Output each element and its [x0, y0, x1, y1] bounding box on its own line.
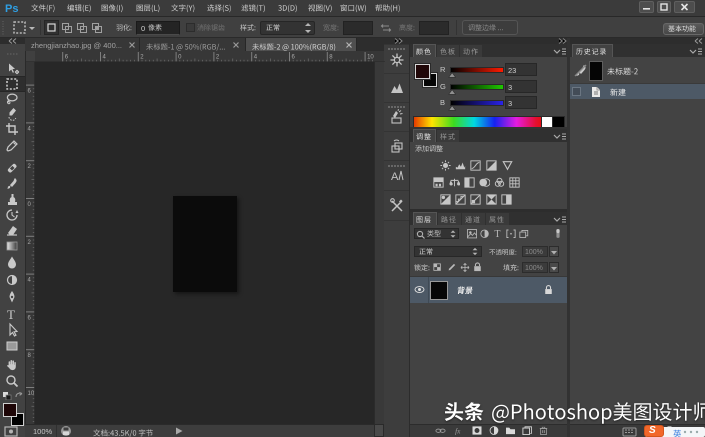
svg-text:10: 10 — [367, 55, 374, 61]
svg-text:4: 4 — [254, 55, 258, 61]
svg-text:fx: fx — [455, 426, 461, 435]
svg-text:8: 8 — [329, 55, 333, 61]
svg-text:6: 6 — [28, 89, 32, 95]
svg-text:4: 4 — [103, 55, 107, 61]
svg-text:6: 6 — [65, 55, 69, 61]
svg-text:4: 4 — [28, 278, 32, 284]
svg-text:6: 6 — [28, 315, 32, 321]
svg-text:A: A — [391, 171, 399, 183]
svg-text:8: 8 — [28, 353, 32, 359]
svg-text:T: T — [494, 229, 500, 238]
svg-text:2: 2 — [28, 164, 32, 170]
svg-text:2: 2 — [140, 55, 144, 61]
svg-text:4: 4 — [28, 126, 32, 132]
svg-text:0: 0 — [178, 55, 182, 61]
svg-text:2: 2 — [28, 240, 32, 246]
svg-text:6: 6 — [292, 55, 296, 61]
svg-text:2: 2 — [216, 55, 220, 61]
svg-text:10: 10 — [28, 391, 35, 397]
svg-text:0: 0 — [28, 202, 32, 208]
svg-text:T: T — [7, 307, 15, 322]
